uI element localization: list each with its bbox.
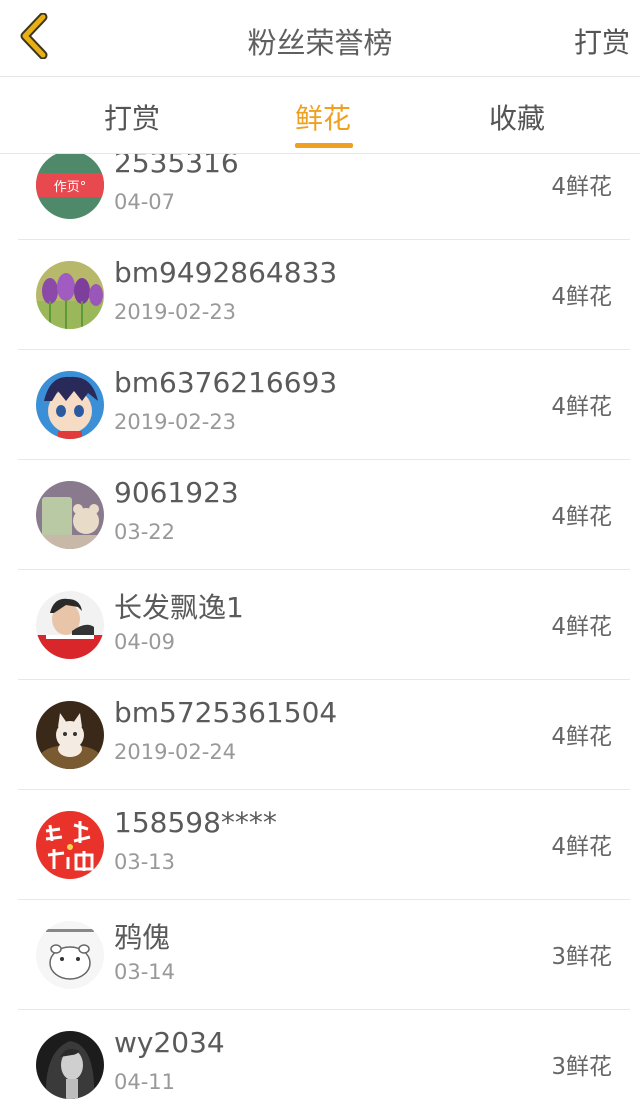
fan-date: 03-22 — [114, 520, 176, 544]
fan-list[interactable]: 作页° 2535316 04-07 4鲜花 bm9492864833 2019-02-23… — [0, 154, 640, 1109]
tab-tip[interactable]: 打赏 — [104, 97, 160, 137]
person-selfie-avatar[interactable] — [36, 591, 104, 659]
fan-row[interactable]: wy2034 04-11 3鲜花 — [0, 1010, 640, 1109]
fan-row[interactable]: bm9492864833 2019-02-23 4鲜花 — [0, 240, 640, 350]
fan-row[interactable]: 鸦傀 03-14 3鲜花 — [0, 900, 640, 1010]
fan-row[interactable]: 作页° 2535316 04-07 4鲜花 — [0, 154, 640, 240]
red-calligraphy-avatar[interactable] — [36, 811, 104, 879]
purple-crocus-flowers-avatar[interactable] — [36, 261, 104, 329]
flower-count: 3鲜花 — [551, 1054, 612, 1080]
avatar-logo-text: 作页° — [54, 180, 87, 195]
fan-row[interactable]: 158598**** 03-13 4鲜花 — [0, 790, 640, 900]
fan-name: 158598**** — [114, 806, 277, 839]
tab-favorites[interactable]: 收藏 — [489, 97, 545, 137]
fan-row[interactable]: bm5725361504 2019-02-24 4鲜花 — [0, 680, 640, 790]
hamster-sketch-avatar[interactable] — [36, 921, 104, 989]
tab-flowers[interactable]: 鲜花 — [295, 97, 351, 137]
red-stripe-logo-avatar[interactable]: 作页° — [36, 154, 104, 219]
flower-count: 4鲜花 — [551, 174, 612, 200]
fan-name: bm6376216693 — [114, 366, 338, 399]
fan-name: bm5725361504 — [114, 696, 338, 729]
fan-name: 9061923 — [114, 476, 239, 509]
fan-name: 2535316 — [114, 154, 239, 179]
flower-count: 4鲜花 — [551, 504, 612, 530]
fan-name: wy2034 — [114, 1026, 225, 1059]
tab-bar: 打赏 鲜花 收藏 — [0, 77, 640, 154]
fan-date: 04-07 — [114, 190, 176, 214]
anime-boy-avatar[interactable] — [36, 371, 104, 439]
active-tab-indicator — [295, 143, 353, 148]
page-title: 粉丝荣誉榜 — [247, 26, 393, 60]
fan-date: 03-13 — [114, 850, 176, 874]
tip-button[interactable]: 打赏 — [574, 21, 630, 61]
top-bar: 粉丝荣誉榜 打赏 — [0, 0, 640, 77]
fan-row[interactable]: bm6376216693 2019-02-23 4鲜花 — [0, 350, 640, 460]
fan-date: 2019-02-23 — [114, 300, 237, 324]
flower-count: 4鲜花 — [551, 834, 612, 860]
fan-name: 鸦傀 — [114, 921, 171, 954]
fan-name: bm9492864833 — [114, 256, 338, 289]
fan-row[interactable]: 长发飘逸1 04-09 4鲜花 — [0, 570, 640, 680]
mug-and-teddy-bear-avatar[interactable] — [36, 481, 104, 549]
fan-date: 03-14 — [114, 960, 176, 984]
fan-date: 2019-02-23 — [114, 410, 237, 434]
fan-date: 04-11 — [114, 1070, 176, 1094]
fan-date: 2019-02-24 — [114, 740, 237, 764]
flower-count: 4鲜花 — [551, 614, 612, 640]
flower-count: 4鲜花 — [551, 724, 612, 750]
fan-name: 长发飘逸1 — [114, 591, 244, 624]
flower-count: 4鲜花 — [551, 284, 612, 310]
black-white-portrait-avatar[interactable] — [36, 1031, 104, 1099]
fan-date: 04-09 — [114, 630, 176, 654]
fan-row[interactable]: 9061923 03-22 4鲜花 — [0, 460, 640, 570]
flower-count: 4鲜花 — [551, 394, 612, 420]
white-kitten-avatar[interactable] — [36, 701, 104, 769]
flower-count: 3鲜花 — [551, 944, 612, 970]
